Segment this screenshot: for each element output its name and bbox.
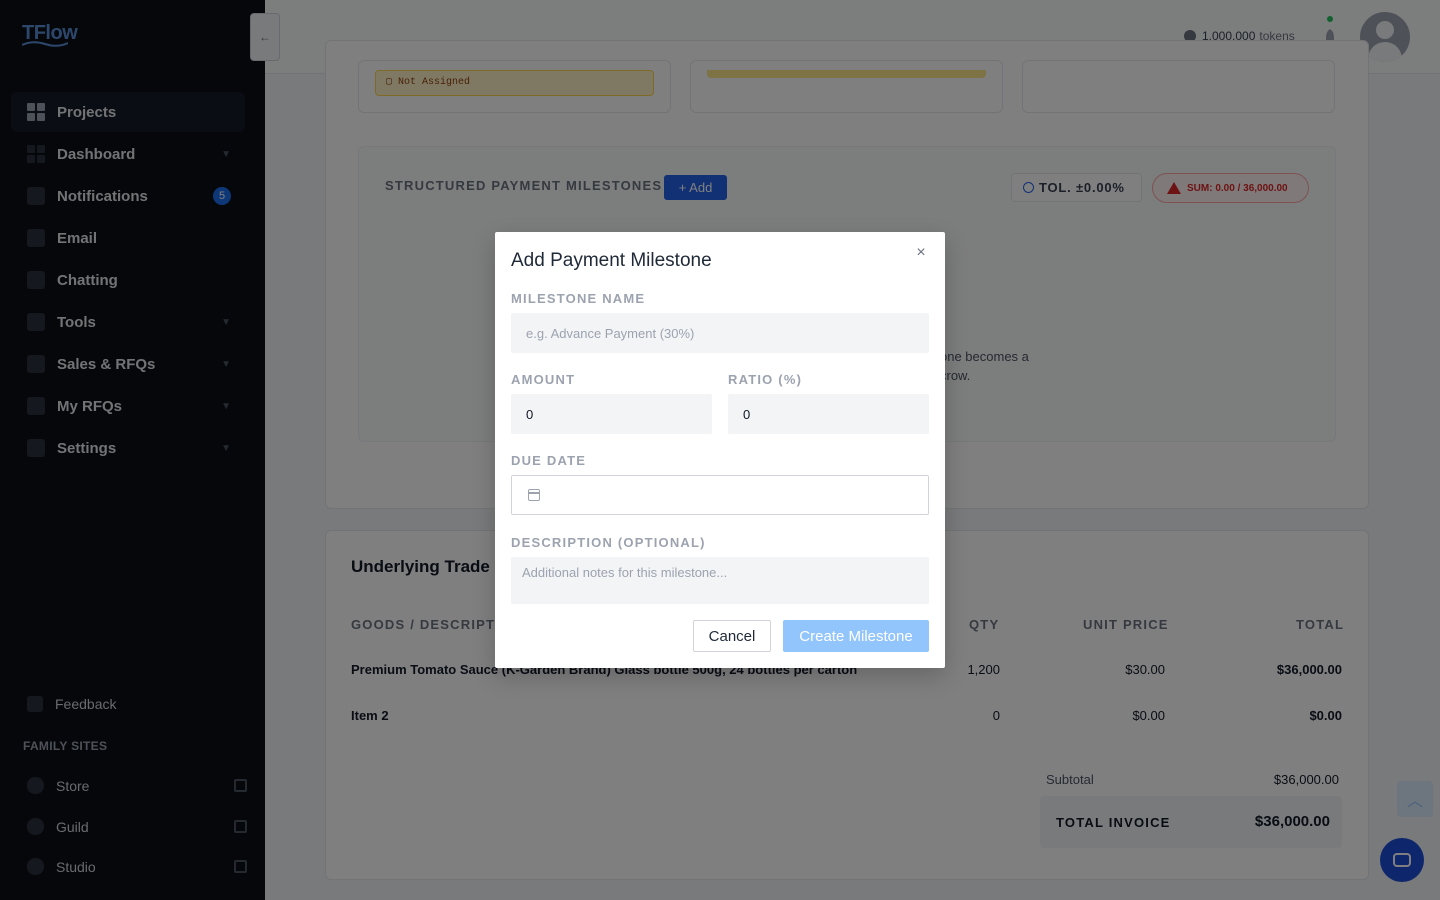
description-textarea[interactable] [511,557,929,604]
milestone-name-label: MILESTONE NAME [511,291,646,306]
create-milestone-button[interactable]: Create Milestone [783,620,929,652]
due-date-label: DUE DATE [511,453,587,468]
amount-input[interactable] [511,394,712,434]
due-date-picker[interactable] [511,475,929,515]
description-label: DESCRIPTION (OPTIONAL) [511,535,706,550]
milestone-name-input[interactable] [511,313,929,353]
ratio-label: RATIO (%) [728,372,803,387]
cancel-button[interactable]: Cancel [693,620,771,652]
amount-label: AMOUNT [511,372,576,387]
calendar-icon [528,489,540,501]
close-icon[interactable]: × [913,245,929,261]
modal-title: Add Payment Milestone [511,250,712,271]
ratio-input[interactable] [728,394,929,434]
add-milestone-modal: Add Payment Milestone × MILESTONE NAME A… [495,232,945,668]
